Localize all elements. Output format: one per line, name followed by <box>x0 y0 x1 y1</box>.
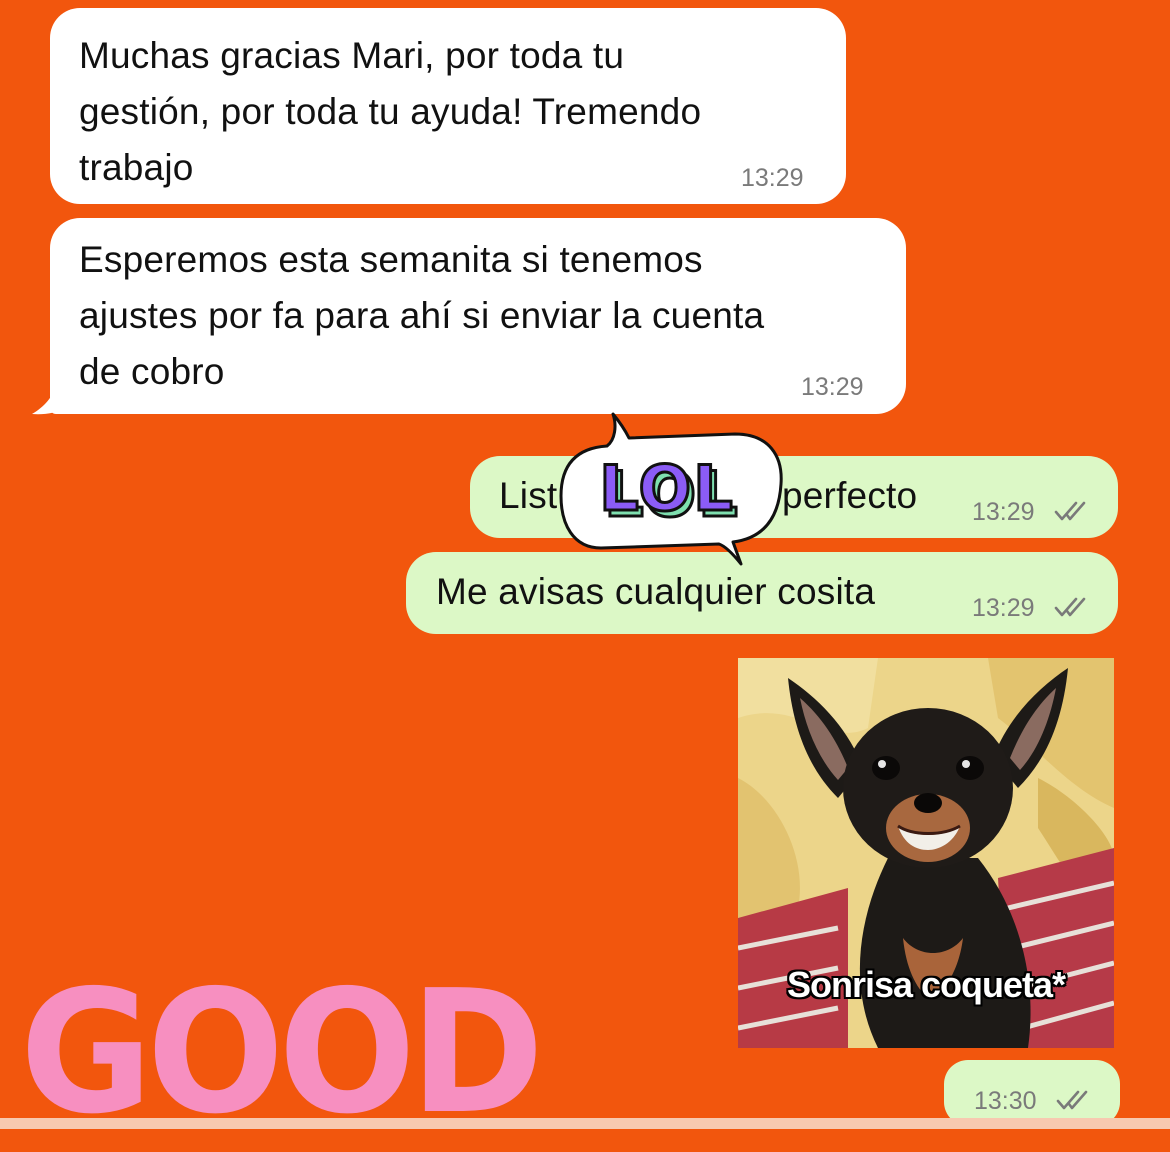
message-text: Esperemos esta semanita si tenemos ajust… <box>79 232 764 400</box>
incoming-message-bubble[interactable]: Esperemos esta semanita si tenemos ajust… <box>50 218 906 414</box>
message-line: gestión, por toda tu ayuda! Tremendo <box>79 91 702 132</box>
photo-caption: Sonrisa coqueta* <box>786 964 1066 1005</box>
message-line: Esperemos esta semanita si tenemos <box>79 239 703 280</box>
incoming-message-bubble[interactable]: Muchas gracias Mari, por toda tu gestión… <box>50 8 846 204</box>
lol-sticker-text: LOL <box>599 452 735 525</box>
double-check-icon <box>1056 1090 1088 1110</box>
message-line: trabajo <box>79 147 194 188</box>
double-check-icon <box>1054 501 1086 521</box>
message-text-end: perfecto <box>782 475 918 516</box>
message-text: Me avisas cualquier cosita <box>436 571 876 612</box>
lol-sticker[interactable]: LOL LOL <box>555 412 787 572</box>
message-line: de cobro <box>79 351 225 392</box>
bottom-bar <box>0 1118 1170 1129</box>
message-timestamp: 13:29 <box>972 498 1035 526</box>
message-text-start: List <box>499 475 558 516</box>
message-timestamp: 13:29 <box>801 373 864 401</box>
good-sticker[interactable]: GOOD <box>20 968 544 1138</box>
message-text: Muchas gracias Mari, por toda tu gestión… <box>79 28 701 196</box>
message-line: Muchas gracias Mari, por toda tu <box>79 35 625 76</box>
photo-timestamp-bubble: 13:30 <box>944 1060 1120 1126</box>
message-timestamp: 13:29 <box>741 164 804 192</box>
message-timestamp: 13:30 <box>974 1087 1037 1115</box>
double-check-icon <box>1054 597 1086 617</box>
message-timestamp: 13:29 <box>972 594 1035 622</box>
bubble-tail <box>32 370 68 415</box>
message-line: ajustes por fa para ahí si enviar la cue… <box>79 295 765 336</box>
dog-photo-message[interactable]: Sonrisa coqueta* <box>738 658 1114 1048</box>
